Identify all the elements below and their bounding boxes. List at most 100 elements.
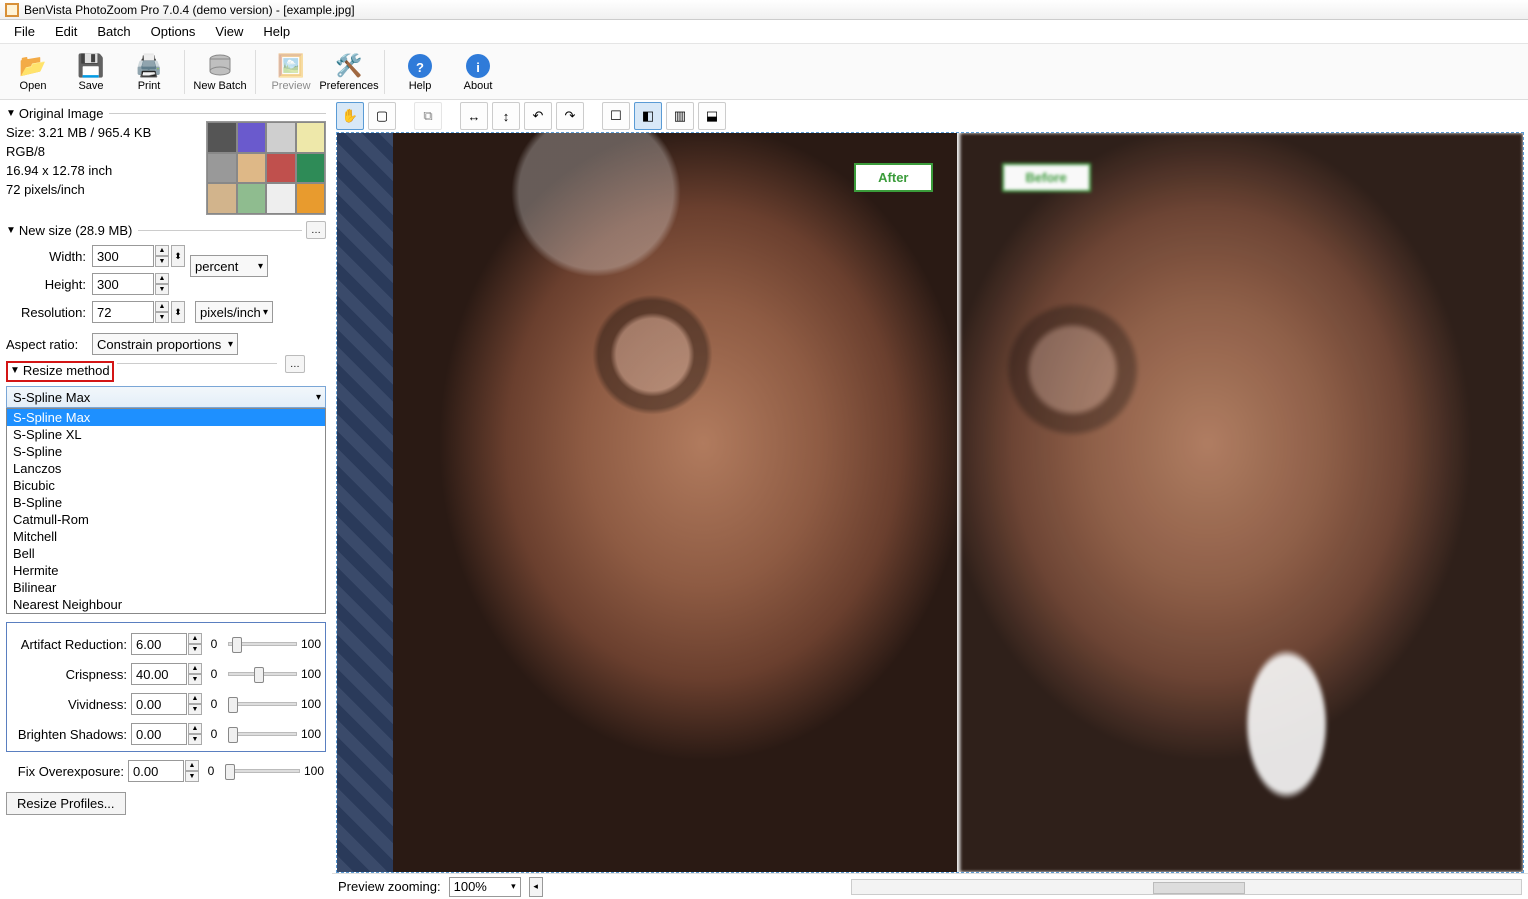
preview-button[interactable]: 🖼️ Preview (262, 46, 320, 98)
help-button[interactable]: ? Help (391, 46, 449, 98)
spin-up[interactable]: ▲ (188, 633, 202, 644)
height-spin-down[interactable]: ▼ (155, 284, 169, 295)
crop-tool-button[interactable]: ⧉ (414, 102, 442, 130)
marquee-icon: ▢ (376, 108, 388, 124)
view-split-vertical-button[interactable]: ◧ (634, 102, 662, 130)
save-button[interactable]: 💾 Save (62, 46, 120, 98)
width-spin-down[interactable]: ▼ (155, 256, 169, 267)
zoom-combo[interactable]: 100% (449, 877, 521, 897)
brighten-shadows-input[interactable] (131, 723, 187, 745)
resolution-input[interactable] (92, 301, 154, 323)
rotate-ccw-icon: ↶ (533, 108, 544, 124)
height-input[interactable] (92, 273, 154, 295)
resize-method-dropdown[interactable]: S-Spline MaxS-Spline XLS-SplineLanczosBi… (6, 408, 326, 614)
spin-up[interactable]: ▲ (188, 693, 202, 704)
spin-down[interactable]: ▼ (188, 674, 202, 685)
resize-method-option[interactable]: B-Spline (7, 494, 325, 511)
vividness-slider[interactable] (228, 702, 297, 706)
artifact-reduction-slider[interactable] (228, 642, 297, 646)
hand-tool-button[interactable]: ✋ (336, 102, 364, 130)
marquee-tool-button[interactable]: ▢ (368, 102, 396, 130)
rotate-left-button[interactable]: ↶ (524, 102, 552, 130)
after-pane[interactable]: After (393, 133, 957, 872)
vividness-input[interactable] (131, 693, 187, 715)
resize-method-option[interactable]: Bicubic (7, 477, 325, 494)
menu-file[interactable]: File (4, 21, 45, 42)
navigator-strip[interactable] (337, 133, 393, 872)
svg-text:?: ? (416, 60, 424, 75)
about-button[interactable]: i About (449, 46, 507, 98)
crispness-slider[interactable] (228, 672, 297, 676)
spin-down[interactable]: ▼ (188, 734, 202, 745)
spin-up[interactable]: ▲ (188, 663, 202, 674)
new-size-section-header[interactable]: ▼ New size (28.9 MB) … (6, 221, 326, 239)
view-side-by-side-button[interactable]: ▥ (666, 102, 694, 130)
single-view-icon: ☐ (610, 108, 622, 124)
resize-method-option[interactable]: Hermite (7, 562, 325, 579)
resize-method-option[interactable]: S-Spline (7, 443, 325, 460)
spin-up[interactable]: ▲ (185, 760, 199, 771)
resize-method-options-button[interactable]: … (285, 355, 305, 373)
preview-canvas[interactable]: After Before (336, 132, 1524, 873)
original-image-section-header[interactable]: ▼ Original Image (6, 106, 326, 121)
menu-help[interactable]: Help (253, 21, 300, 42)
spin-up[interactable]: ▲ (188, 723, 202, 734)
horizontal-scrollbar[interactable] (851, 879, 1522, 895)
preferences-button[interactable]: 🛠️ Preferences (320, 46, 378, 98)
height-spin-up[interactable]: ▲ (155, 273, 169, 284)
fix-overexposure-slider[interactable] (225, 769, 300, 773)
zoom-menu-button[interactable]: ◂ (529, 877, 543, 897)
resize-method-option[interactable]: S-Spline Max (7, 409, 325, 426)
brighten-shadows-slider[interactable] (228, 732, 297, 736)
spin-down[interactable]: ▼ (188, 644, 202, 655)
collapse-triangle-icon: ▼ (6, 108, 16, 119)
res-spin-down[interactable]: ▼ (155, 312, 169, 323)
resize-method-option[interactable]: Bilinear (7, 579, 325, 596)
print-button[interactable]: 🖨️ Print (120, 46, 178, 98)
menu-view[interactable]: View (205, 21, 253, 42)
flip-horizontal-button[interactable]: ↔ (460, 102, 488, 130)
brighten-shadows-label: Brighten Shadows: (9, 727, 127, 742)
resize-method-option[interactable]: Mitchell (7, 528, 325, 545)
new-size-options-button[interactable]: … (306, 221, 326, 239)
resize-method-option[interactable]: Catmull-Rom (7, 511, 325, 528)
width-input[interactable] (92, 245, 154, 267)
new-batch-button[interactable]: New Batch (191, 46, 249, 98)
artifact-reduction-input[interactable] (131, 633, 187, 655)
spin-down[interactable]: ▼ (185, 771, 199, 782)
resize-method-option[interactable]: Nearest Neighbour (7, 596, 325, 613)
fix-overexposure-input[interactable] (128, 760, 184, 782)
menu-batch[interactable]: Batch (87, 21, 140, 42)
view-split-horizontal-button[interactable]: ⬓ (698, 102, 726, 130)
side-by-side-icon: ▥ (674, 108, 686, 124)
main-toolbar: 📂 Open 💾 Save 🖨️ Print New Batch 🖼️ Prev… (0, 44, 1528, 100)
menu-edit[interactable]: Edit (45, 21, 87, 42)
resize-method-option[interactable]: Lanczos (7, 460, 325, 477)
res-spin-up[interactable]: ▲ (155, 301, 169, 312)
resolution-unit-combo[interactable]: pixels/inch (195, 301, 273, 323)
flip-vertical-button[interactable]: ↕ (492, 102, 520, 130)
menu-options[interactable]: Options (141, 21, 206, 42)
before-pane[interactable]: Before (960, 133, 1524, 872)
original-thumbnail[interactable] (206, 121, 326, 215)
resize-method-section-header[interactable]: ▼ Resize method (10, 363, 110, 378)
size-unit-combo[interactable]: percent (190, 255, 268, 277)
crispness-input[interactable] (131, 663, 187, 685)
aspect-ratio-label: Aspect ratio: (6, 337, 86, 352)
resize-method-combo[interactable]: S-Spline Max (6, 386, 326, 408)
resize-method-option[interactable]: Bell (7, 545, 325, 562)
flip-v-icon: ↕ (503, 109, 510, 124)
view-single-button[interactable]: ☐ (602, 102, 630, 130)
res-link-button[interactable]: ⬍ (171, 301, 185, 323)
before-badge: Before (1002, 163, 1091, 192)
resize-profiles-button[interactable]: Resize Profiles... (6, 792, 126, 815)
rotate-cw-icon: ↷ (565, 108, 576, 124)
flip-h-icon: ↔ (468, 109, 481, 124)
resize-method-option[interactable]: S-Spline XL (7, 426, 325, 443)
aspect-ratio-combo[interactable]: Constrain proportions (92, 333, 238, 355)
spin-down[interactable]: ▼ (188, 704, 202, 715)
width-spin-up[interactable]: ▲ (155, 245, 169, 256)
link-dimensions-button[interactable]: ⬍ (171, 245, 185, 267)
open-button[interactable]: 📂 Open (4, 46, 62, 98)
rotate-right-button[interactable]: ↷ (556, 102, 584, 130)
